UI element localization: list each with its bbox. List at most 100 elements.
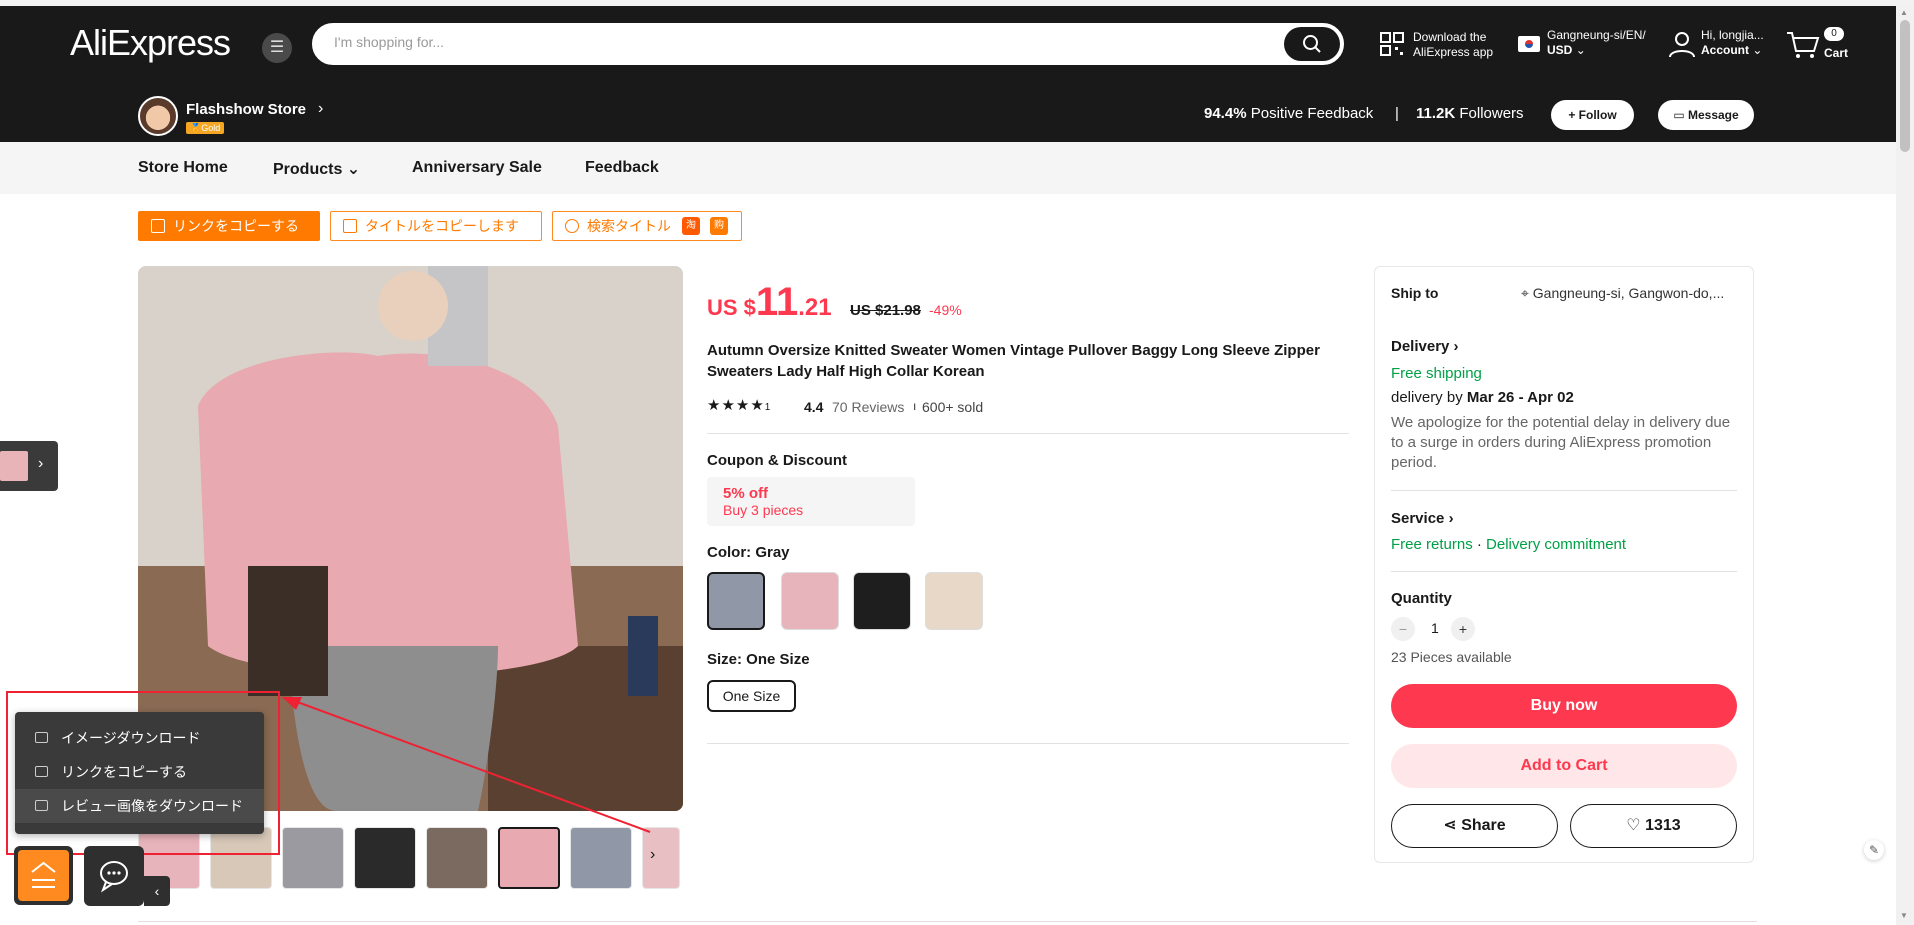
chevron-down-icon: ⌄ <box>1752 43 1763 57</box>
price-integer: 11 <box>755 280 799 324</box>
edit-pencil-icon[interactable]: ✎ <box>1864 840 1884 860</box>
page-scrollbar[interactable]: ▲ ▼ <box>1896 6 1914 925</box>
service-link[interactable]: Service › <box>1391 510 1454 527</box>
thumbnail[interactable] <box>642 827 680 889</box>
coupon-card[interactable]: 5% off Buy 3 pieces <box>707 477 915 526</box>
divider <box>1391 571 1737 572</box>
color-swatch-beige[interactable] <box>925 572 983 630</box>
delivery-estimate: delivery by Mar 26 - Apr 02 <box>1391 389 1574 406</box>
stat-divider: | <box>1395 105 1399 122</box>
chevron-right-icon[interactable]: › <box>318 100 323 118</box>
nav-feedback[interactable]: Feedback <box>585 159 659 177</box>
cart-count-badge: 0 <box>1824 27 1844 41</box>
thumbnail-active[interactable] <box>498 827 560 889</box>
coupon-discount: 5% off <box>723 485 768 502</box>
wishlist-button[interactable]: ♡ 1313 <box>1570 804 1737 848</box>
delivery-label: Delivery <box>1391 338 1450 355</box>
search-input[interactable] <box>334 34 1214 50</box>
location-pin-icon: ⌖ <box>1521 285 1533 301</box>
color-label: Color: Gray <box>707 544 790 561</box>
copy-title-label: タイトルをコピーします <box>365 218 519 234</box>
message-button[interactable]: ▭ Message <box>1658 100 1754 130</box>
divider <box>138 921 1757 922</box>
original-price: US $21.98 <box>850 302 921 319</box>
shopping-icon[interactable]: 购 <box>710 217 728 235</box>
thumbnail[interactable] <box>426 827 488 889</box>
nav-anniversary-sale[interactable]: Anniversary Sale <box>412 159 542 177</box>
color-swatch-gray[interactable] <box>707 572 765 630</box>
qr-code-icon[interactable] <box>1380 32 1404 56</box>
menu-lines-icon <box>31 861 56 888</box>
chevron-right-icon[interactable]: › <box>650 846 655 864</box>
follow-button[interactable]: + Follow <box>1551 100 1634 130</box>
color-swatch-pink[interactable] <box>781 572 839 630</box>
reviews-link[interactable]: 70 Reviews <box>832 399 904 415</box>
scroll-down-arrow-icon[interactable]: ▼ <box>1900 911 1908 920</box>
copy-title-button[interactable]: タイトルをコピーします <box>330 211 542 241</box>
user-icon[interactable] <box>1668 30 1696 58</box>
thumbnail[interactable] <box>570 827 632 889</box>
thumbnail[interactable] <box>282 827 344 889</box>
price-currency: US $ <box>707 295 756 320</box>
product-title: Autumn Oversize Knitted Sweater Women Vi… <box>707 342 1320 380</box>
currency: USD <box>1547 43 1573 57</box>
delay-notice: We apologize for the potential delay in … <box>1391 414 1731 471</box>
separator: ı <box>913 399 917 413</box>
divider <box>707 433 1349 434</box>
site-header: AliExpress ☰ Download the AliExpress app… <box>0 6 1896 142</box>
search-button[interactable] <box>1284 27 1340 61</box>
chat-button[interactable] <box>84 846 144 906</box>
wishlist-count: 1313 <box>1645 817 1681 834</box>
search-title-button[interactable]: 検索タイトル 淘 购 <box>552 211 742 241</box>
download-app-link[interactable]: Download the AliExpress app <box>1413 30 1493 60</box>
ship-to-selector[interactable]: ⌖ Gangneung-si, Gangwon-do,... <box>1521 285 1724 302</box>
scroll-up-arrow-icon[interactable]: ▲ <box>1900 8 1908 17</box>
quantity-increase-button[interactable]: + <box>1451 617 1475 641</box>
size-option-one-size[interactable]: One Size <box>707 680 796 712</box>
recently-viewed-tab[interactable]: › <box>0 441 58 491</box>
quantity-label: Quantity <box>1391 590 1452 607</box>
rating-value: 4.4 <box>804 399 824 415</box>
ship-to-label: Ship to <box>1391 285 1439 301</box>
nav-products[interactable]: Products ⌄ <box>273 159 360 179</box>
nav-store-home[interactable]: Store Home <box>138 159 228 177</box>
cart-label[interactable]: Cart <box>1824 46 1848 61</box>
aliexpress-logo[interactable]: AliExpress <box>70 22 231 64</box>
delivery-link[interactable]: Delivery › <box>1391 338 1459 355</box>
account-menu[interactable]: Hi, longjia... Account ⌄ <box>1701 28 1764 58</box>
purchase-panel: Ship to ⌖ Gangneung-si, Gangwon-do,... D… <box>1374 266 1754 863</box>
message-label: Message <box>1687 108 1739 122</box>
add-to-cart-button[interactable]: Add to Cart <box>1391 744 1737 788</box>
buy-now-button[interactable]: Buy now <box>1391 684 1737 728</box>
language-currency-selector[interactable]: Gangneung-si/EN/ USD ⌄ <box>1547 28 1646 58</box>
location-lang: Gangneung-si/EN/ <box>1547 28 1646 42</box>
scrollbar-thumb[interactable] <box>1900 20 1910 152</box>
extension-menu-button[interactable] <box>14 846 73 905</box>
free-returns: Free returns <box>1391 536 1473 553</box>
nav-products-label: Products <box>273 161 343 178</box>
dot-separator: · <box>1476 536 1482 553</box>
cart-icon[interactable] <box>1786 31 1820 59</box>
copy-link-button[interactable]: リンクをコピーする <box>138 211 320 241</box>
store-name[interactable]: Flashshow Store <box>186 101 306 118</box>
taobao-icon[interactable]: 淘 <box>682 217 700 235</box>
size-label: Size: One Size <box>707 651 810 668</box>
coupon-condition: Buy 3 pieces <box>723 502 804 518</box>
discount-percent: -49% <box>929 302 962 318</box>
color-swatch-black[interactable] <box>853 572 911 630</box>
store-avatar[interactable] <box>138 96 178 136</box>
followers-label: Followers <box>1459 105 1524 122</box>
chevron-right-icon: › <box>1453 338 1459 355</box>
category-menu-button[interactable]: ☰ <box>262 33 292 63</box>
share-button[interactable]: ⋖ Share <box>1391 804 1558 848</box>
chevron-right-icon: › <box>1448 510 1454 527</box>
collapse-chevron-icon[interactable]: ‹ <box>144 876 170 906</box>
search-icon <box>1303 35 1321 53</box>
thumbnail[interactable] <box>354 827 416 889</box>
store-nav: Store Home Products ⌄ Anniversary Sale F… <box>0 142 1896 194</box>
divider <box>707 743 1349 744</box>
search-bar <box>312 23 1344 65</box>
quantity-value[interactable]: 1 <box>1431 620 1439 636</box>
sold-count: 600+ sold <box>922 399 984 415</box>
quantity-decrease-button[interactable]: − <box>1391 617 1415 641</box>
